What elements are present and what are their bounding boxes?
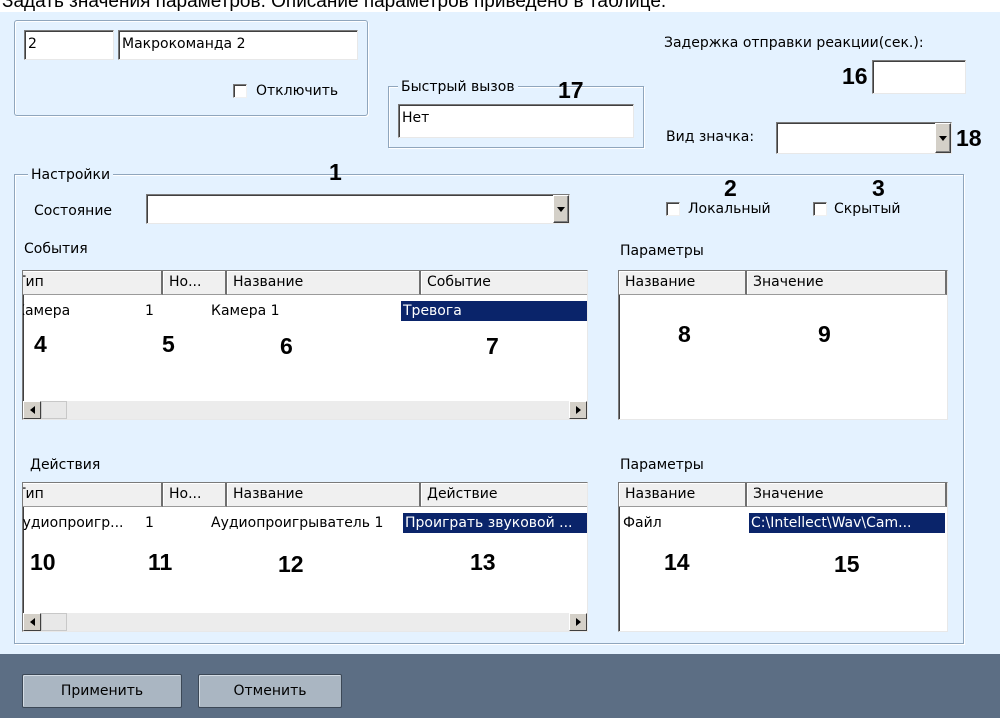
col-label: Тип [23, 486, 44, 502]
col-label: Тип [23, 274, 44, 290]
annotation-label: 9 [818, 321, 831, 347]
arrow-right-icon [575, 406, 581, 414]
actions-col-name[interactable]: Название [227, 483, 421, 507]
col-label: Название [625, 274, 696, 290]
scroll-left-button[interactable] [23, 613, 41, 631]
actions-row-action[interactable]: Проиграть звуковой ... [403, 513, 587, 533]
actions-row-name[interactable]: Аудиопроигрыватель 1 [209, 513, 403, 533]
macro-id-field[interactable]: 2 [24, 30, 114, 60]
annotation-label: 3 [872, 175, 885, 201]
local-label: Локальный [688, 201, 771, 217]
delay-field[interactable] [872, 60, 966, 94]
state-label: Состояние [34, 203, 113, 219]
scroll-thumb[interactable] [41, 401, 67, 419]
actions-col-action[interactable]: Действие [421, 483, 587, 507]
events-col-name[interactable]: Название [227, 271, 421, 295]
col-label: Название [233, 274, 304, 290]
col-label: Но... [169, 486, 202, 502]
actions-col-num[interactable]: Но... [163, 483, 227, 507]
state-combo[interactable] [146, 194, 570, 224]
event-params-col-name[interactable]: Название [619, 271, 747, 295]
scroll-left-button[interactable] [23, 401, 41, 419]
action-params-row-value[interactable]: C:\Intellect\Wav\Cam... [749, 513, 945, 533]
events-title: События [24, 241, 88, 257]
annotation-label: 15 [834, 551, 860, 577]
annotation-label: 14 [664, 549, 690, 575]
events-hscrollbar[interactable] [23, 401, 587, 419]
col-label: Значение [753, 274, 824, 290]
events-row-name[interactable]: Камера 1 [209, 301, 399, 321]
action-params-col-name[interactable]: Название [619, 483, 747, 507]
arrow-left-icon [29, 618, 35, 626]
annotation-label: 10 [30, 549, 56, 575]
page-caption: Задать значения параметров. Описание пар… [0, 0, 1000, 12]
col-label: Название [233, 486, 304, 502]
icon-type-label: Вид значка: [666, 129, 755, 145]
action-params-col-value[interactable]: Значение [747, 483, 947, 507]
cancel-button[interactable]: Отменить [198, 674, 342, 708]
events-row-type[interactable]: Камера [23, 301, 161, 321]
annotation-label: 7 [486, 333, 499, 359]
local-checkbox[interactable] [666, 202, 680, 216]
annotation-label: 4 [34, 331, 47, 357]
event-params-col-value[interactable]: Значение [747, 271, 947, 295]
apply-button[interactable]: Применить [22, 674, 182, 708]
scroll-right-button[interactable] [569, 613, 587, 631]
col-label: Действие [427, 486, 498, 502]
hidden-checkbox[interactable] [813, 202, 827, 216]
events-row-num[interactable]: 1 [143, 301, 203, 321]
chevron-down-icon [557, 206, 565, 212]
quick-call-legend-text: Быстрый вызов [401, 79, 515, 95]
scroll-thumb[interactable] [41, 613, 67, 631]
chevron-down-icon [939, 135, 947, 141]
actions-hscrollbar[interactable] [23, 613, 587, 631]
disable-label: Отключить [256, 83, 339, 99]
annotation-label: 16 [842, 63, 868, 89]
events-table[interactable]: Тип Но... Название Событие Камера 1 Каме… [22, 270, 588, 420]
events-col-type[interactable]: Тип [23, 271, 163, 295]
disable-checkbox[interactable] [233, 84, 247, 98]
annotation-label: 6 [280, 333, 293, 359]
actions-title: Действия [30, 457, 101, 473]
quick-call-legend: Быстрый вызов [398, 78, 518, 96]
event-params-title: Параметры [620, 243, 704, 259]
action-params-row-name[interactable]: Файл [621, 513, 745, 533]
col-label: Значение [753, 486, 824, 502]
annotation-label: 11 [148, 549, 173, 575]
actions-row-num[interactable]: 1 [143, 513, 203, 533]
annotation-label: 17 [558, 77, 584, 103]
annotation-label: 5 [162, 331, 175, 357]
events-col-event[interactable]: Событие [421, 271, 587, 295]
icon-type-combo[interactable] [776, 122, 952, 154]
annotation-label: 12 [278, 551, 304, 577]
col-label: Событие [427, 274, 491, 290]
action-params-title: Параметры [620, 457, 704, 473]
state-dropdown-button[interactable] [553, 195, 569, 223]
icon-type-dropdown-button[interactable] [935, 123, 951, 153]
annotation-label: 1 [329, 159, 342, 185]
annotation-label: 8 [678, 321, 691, 347]
scroll-right-button[interactable] [569, 401, 587, 419]
actions-table[interactable]: Тип Но... Название Действие Аудиопроигр.… [22, 482, 588, 632]
annotation-label: 13 [470, 549, 496, 575]
annotation-label: 18 [956, 125, 982, 151]
event-params-table[interactable]: Название Значение [618, 270, 948, 420]
settings-legend: Настройки [28, 166, 114, 184]
col-label: Название [625, 486, 696, 502]
col-label: Но... [169, 274, 202, 290]
delay-label: Задержка отправки реакции(сек.): [664, 35, 924, 51]
hidden-label: Скрытый [834, 201, 901, 217]
arrow-left-icon [29, 406, 35, 414]
quick-call-field[interactable]: Нет [398, 104, 634, 138]
arrow-right-icon [575, 618, 581, 626]
actions-row-type[interactable]: Аудиопроигр... [23, 513, 145, 533]
macro-name-field[interactable]: Макрокоманда 2 [118, 30, 358, 60]
events-row-event[interactable]: Тревога [401, 301, 587, 321]
actions-col-type[interactable]: Тип [23, 483, 163, 507]
events-col-num[interactable]: Но... [163, 271, 227, 295]
annotation-label: 2 [724, 175, 737, 201]
